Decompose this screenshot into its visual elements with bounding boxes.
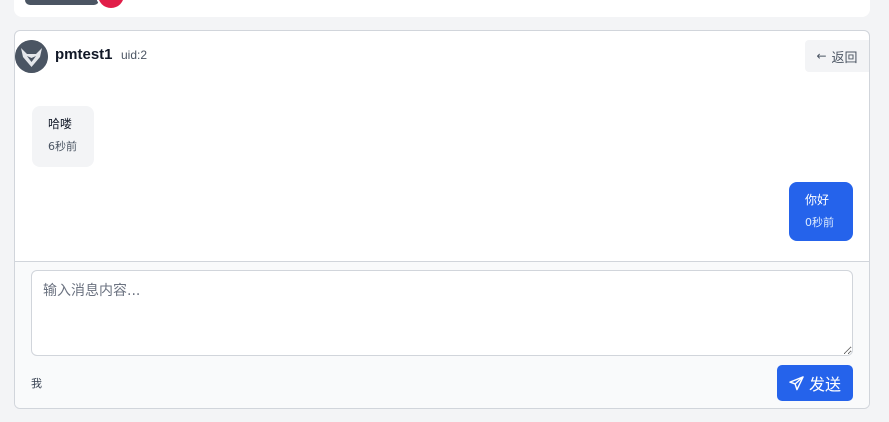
message-input[interactable] <box>31 270 853 356</box>
top-tab[interactable] <box>25 0 99 5</box>
send-button-label: 发送 <box>808 375 841 394</box>
message-outgoing: 你好 0秒前 <box>789 182 853 241</box>
message-time: 6秒前 <box>48 140 77 153</box>
message-text: 你好 <box>805 193 830 207</box>
horned-mask-icon <box>15 40 48 73</box>
message-incoming: 哈喽 6秒前 <box>32 106 94 167</box>
message-composer: 我 发送 <box>15 261 869 408</box>
back-button[interactable]: ← 返回 <box>805 40 869 72</box>
message-time: 0秒前 <box>805 216 834 229</box>
send-button[interactable]: 发送 <box>777 365 853 401</box>
chat-header: pmtest1 uid:2 ← 返回 <box>15 31 869 81</box>
chat-partner-name: pmtest1 <box>55 46 113 63</box>
avatar[interactable] <box>15 40 48 73</box>
paper-plane-icon <box>789 375 804 390</box>
arrow-left-icon: ← <box>816 49 827 63</box>
back-button-label: 返回 <box>831 50 858 66</box>
chat-partner-uid: uid:2 <box>121 48 148 62</box>
chat-panel: pmtest1 uid:2 ← 返回 哈喽 6秒前 你好 0秒前 我 发送 <box>14 30 870 409</box>
self-label: 我 <box>31 377 42 390</box>
message-list: 哈喽 6秒前 你好 0秒前 <box>15 81 869 261</box>
top-card <box>14 0 870 17</box>
message-text: 哈喽 <box>48 117 73 131</box>
